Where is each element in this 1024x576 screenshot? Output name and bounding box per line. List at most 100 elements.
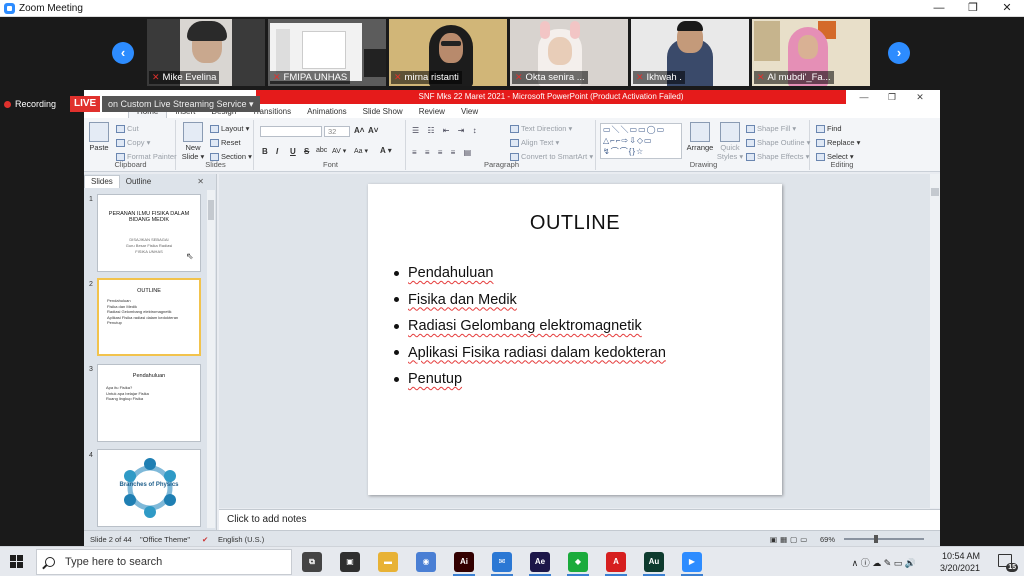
tab-slide-show[interactable]: Slide Show (355, 106, 411, 118)
task-view-icon[interactable]: ⧉ (302, 552, 322, 572)
tab-view[interactable]: View (453, 106, 486, 118)
tray-icons[interactable]: ∧ ⓘ ☁ ✎ ▭ 🔊 (852, 556, 916, 569)
notes-pane[interactable]: Click to add notes (219, 509, 940, 530)
align-buttons[interactable]: ≡ ≡ ≡ ≡ ▤ (412, 148, 502, 158)
close-button[interactable]: ✕ (990, 0, 1024, 17)
slides-group: New Slide ▾ Layout ▾ Reset Section ▾ Sli… (178, 120, 254, 170)
illustrator-icon[interactable]: Ai (454, 552, 474, 572)
slide-thumbnail-2[interactable]: OUTLINE Pendahuluan Fisika dan Medik Rad… (97, 278, 201, 356)
participant-tile[interactable]: ✕ Ikhwah . (631, 19, 749, 86)
slide-title[interactable]: OUTLINE (368, 212, 782, 235)
slide-thumbnail-1[interactable]: PERANAN ILMU FISIKA DALAM BIDANG MEDIK D… (97, 194, 201, 272)
store-icon[interactable]: ▣ (340, 552, 360, 572)
recording-label: Recording (15, 99, 57, 109)
reset-button[interactable]: Reset (210, 138, 241, 147)
bold-button[interactable]: B (262, 147, 268, 156)
tab-slides[interactable]: Slides (84, 174, 120, 188)
recording-indicator[interactable]: Recording (4, 96, 56, 112)
align-text-button[interactable]: Align Text ▾ (510, 138, 559, 147)
live-service-dropdown[interactable]: on Custom Live Streaming Service ▾ (102, 96, 260, 112)
layout-button[interactable]: Layout ▾ (210, 124, 249, 133)
audition-icon[interactable]: Au (644, 552, 664, 572)
new-slide-icon (183, 122, 203, 142)
maximize-button[interactable]: ❐ (956, 0, 990, 17)
strikethrough-button[interactable]: S (304, 147, 309, 156)
zoom-slider[interactable] (844, 535, 924, 543)
char-spacing-button[interactable]: AV ▾ (332, 147, 346, 155)
shape-fill-button[interactable]: Shape Fill ▾ (746, 124, 796, 133)
ppt-minimize-button[interactable]: — (850, 90, 878, 104)
participant-tile[interactable]: ✕ Okta senira ... (510, 19, 628, 86)
underline-button[interactable]: U (290, 147, 296, 156)
ppt-maximize-button[interactable]: ❐ (878, 90, 906, 104)
media-player-icon[interactable]: ◉ (416, 552, 436, 572)
acrobat-icon[interactable]: A (606, 552, 626, 572)
ppt-close-button[interactable]: ✕ (906, 90, 934, 104)
tab-outline[interactable]: Outline (120, 177, 157, 186)
thumb-bullet: Penutup (107, 320, 122, 325)
windows-start-icon[interactable] (10, 555, 24, 569)
clock-time: 10:54 AM (941, 551, 980, 561)
list-buttons[interactable]: ☰ ☷ ⇤ ⇥ ↕ (412, 126, 502, 136)
participant-tile[interactable]: ✕ FMIPA UNHAS (268, 19, 386, 86)
find-button[interactable]: Find (816, 124, 842, 133)
paragraph-group: ☰ ☷ ⇤ ⇥ ↕ ≡ ≡ ≡ ≡ ▤ Text Direction ▾ Ali… (408, 120, 596, 170)
shapes-gallery[interactable]: ▭＼＼▭▭◯▭ △⌐⌐⇨⇩◇▭ ↯⌒⌒{}☆ (600, 123, 682, 159)
replace-button[interactable]: Replace ▾ (816, 138, 860, 147)
font-color-button[interactable]: A ▾ (380, 146, 392, 155)
green-app-icon[interactable]: ◆ (568, 552, 588, 572)
spellcheck-icon[interactable]: ✔ (202, 535, 208, 544)
taskbar-clock[interactable]: 10:54 AM 3/20/2021 (940, 550, 980, 574)
gallery-next-button[interactable]: › (888, 42, 910, 64)
slide-scrollbar[interactable] (930, 174, 940, 508)
replace-icon (816, 138, 825, 147)
mail-icon[interactable]: ✉ (492, 552, 512, 572)
quick-styles-button[interactable]: Quick Styles ▾ (716, 122, 744, 161)
slide-bullet: Aplikasi Fisika radiasi dalam kedokteran (394, 340, 666, 367)
participant-tile[interactable]: ✕ Mike Evelina (147, 19, 265, 86)
minimize-button[interactable]: — (922, 0, 956, 17)
grow-font-button[interactable]: A˄ (354, 126, 364, 135)
panel-tabs: Slides Outline ✕ (84, 174, 216, 188)
taskbar-search[interactable]: Type here to search (36, 549, 292, 575)
paste-button[interactable]: Paste (88, 122, 110, 152)
quick-styles-icon (720, 122, 740, 142)
slide-thumbnail-4[interactable]: Branches of Physics (97, 449, 201, 527)
slide-thumbnail-3[interactable]: Pendahuluan Apa itu Fisika? Untuk apa be… (97, 364, 201, 442)
change-case-button[interactable]: Aa ▾ (354, 147, 368, 155)
ppt-activation-banner: SNF Mks 22 Maret 2021 - Microsoft PowerP… (256, 90, 846, 104)
file-explorer-icon[interactable]: ▬ (378, 552, 398, 572)
drawing-group: ▭＼＼▭▭◯▭ △⌐⌐⇨⇩◇▭ ↯⌒⌒{}☆ Arrange Quick Style… (598, 120, 810, 170)
current-slide[interactable]: OUTLINE Pendahuluan Fisika dan Medik Rad… (368, 184, 782, 495)
panel-close-icon[interactable]: ✕ (191, 177, 210, 186)
arrange-button[interactable]: Arrange (686, 122, 714, 152)
slide-counter: Slide 2 of 44 (90, 535, 132, 544)
live-badge[interactable]: LIVE (70, 96, 101, 112)
panel-scrollbar[interactable] (207, 190, 215, 528)
notification-icon[interactable]: 15 (998, 554, 1018, 572)
find-icon (816, 124, 825, 133)
cut-button[interactable]: Cut (116, 124, 139, 133)
new-slide-button[interactable]: New Slide ▾ (180, 122, 206, 161)
slide-bullet: Fisika dan Medik (394, 287, 666, 314)
shadow-button[interactable]: abc (316, 147, 327, 154)
view-buttons[interactable]: ▣▦▢▭ (770, 535, 810, 544)
gallery-prev-button[interactable]: ‹ (112, 42, 134, 64)
text-direction-button[interactable]: Text Direction ▾ (510, 124, 572, 133)
after-effects-icon[interactable]: Ae (530, 552, 550, 572)
italic-button[interactable]: I (276, 147, 278, 156)
zoom-level[interactable]: 69% (820, 535, 835, 544)
shape-outline-button[interactable]: Shape Outline ▾ (746, 138, 810, 147)
participant-tile[interactable]: ✕ mirna ristanti (389, 19, 507, 86)
tab-review[interactable]: Review (411, 106, 453, 118)
participant-tile[interactable]: ✕ Al mubdi'_Fa... (752, 19, 870, 86)
shrink-font-button[interactable]: A˅ (368, 126, 378, 135)
font-size-box[interactable]: 32 (324, 126, 350, 137)
slide-bullet-list[interactable]: Pendahuluan Fisika dan Medik Radiasi Gel… (394, 260, 666, 393)
tab-animations[interactable]: Animations (299, 106, 355, 118)
zoom-icon[interactable]: ▶ (682, 552, 702, 572)
clipboard-label: Clipboard (114, 160, 147, 169)
copy-button[interactable]: Copy ▾ (116, 138, 150, 147)
zoom-window-controls: — ❐ ✕ (922, 0, 1024, 17)
font-name-box[interactable] (260, 126, 322, 137)
